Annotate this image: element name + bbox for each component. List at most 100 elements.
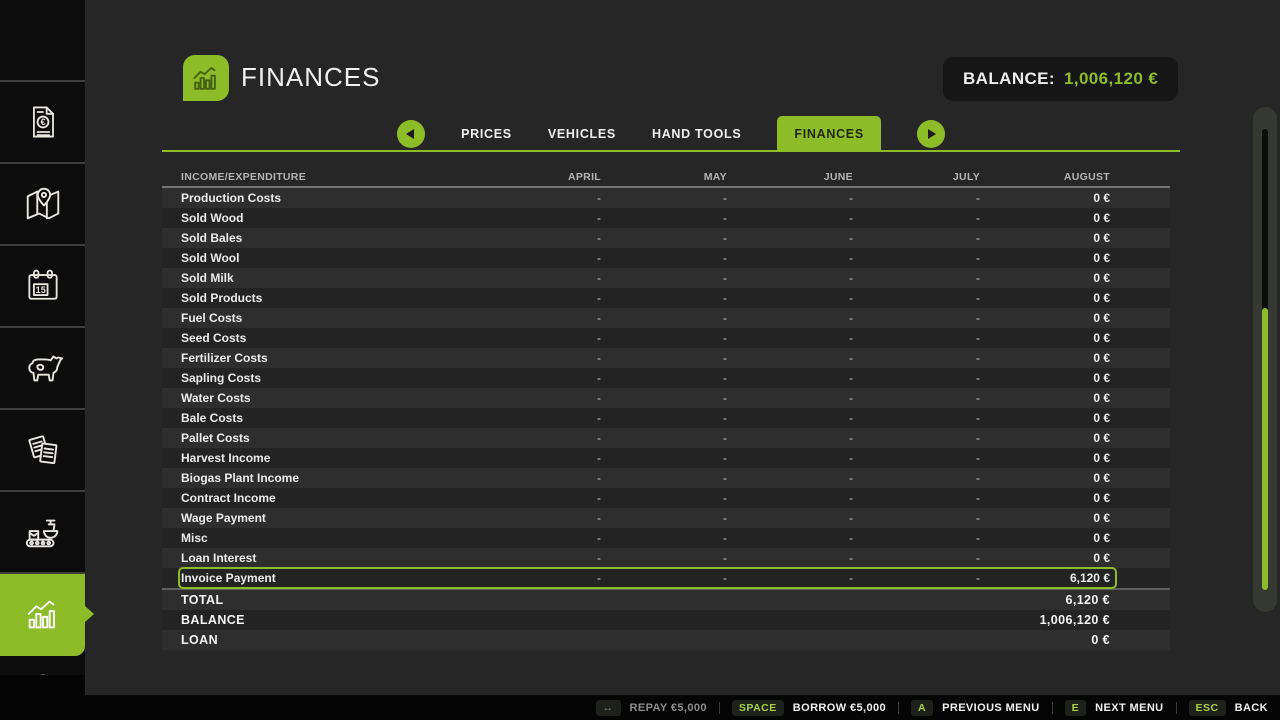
tab-bar: PRICES VEHICLES HAND TOOLS FINANCES: [162, 116, 1180, 152]
table-header-row: INCOME/EXPENDITURE APRIL MAY JUNE JULY A…: [162, 168, 1170, 186]
column-header: MAY: [601, 171, 727, 183]
sidebar: € 15: [0, 0, 85, 695]
sidebar-item-animals[interactable]: [0, 328, 85, 410]
table-row[interactable]: Fertilizer Costs - - - - 0 €: [162, 348, 1170, 368]
table-row[interactable]: Sapling Costs - - - - 0 €: [162, 368, 1170, 388]
arrow-right-icon[interactable]: [917, 120, 945, 148]
table-row[interactable]: Harvest Income - - - - 0 €: [162, 448, 1170, 468]
sidebar-item-more[interactable]: [0, 656, 85, 675]
row-label: Fertilizer Costs: [181, 351, 475, 365]
separator: [719, 702, 720, 714]
table-row[interactable]: Seed Costs - - - - 0 €: [162, 328, 1170, 348]
table-row[interactable]: Sold Products - - - - 0 €: [162, 288, 1170, 308]
key-badge: A: [911, 700, 933, 716]
sidebar-item-blank[interactable]: [0, 0, 85, 82]
table-row[interactable]: Bale Costs - - - - 0 €: [162, 408, 1170, 428]
table-row[interactable]: Production Costs - - - - 0 €: [162, 188, 1170, 208]
finances-icon: [22, 593, 64, 635]
animals-icon: [22, 347, 64, 389]
svg-text:15: 15: [35, 285, 45, 295]
separator: [1176, 702, 1177, 714]
row-label: Invoice Payment: [181, 571, 475, 585]
row-label: Biogas Plant Income: [181, 471, 475, 485]
sidebar-item-finances[interactable]: [0, 574, 85, 656]
tab-hand-tools[interactable]: HAND TOOLS: [652, 127, 741, 141]
tab-vehicles[interactable]: VEHICLES: [548, 127, 616, 141]
row-label: Pallet Costs: [181, 431, 475, 445]
separator: [898, 702, 899, 714]
row-label: Production Costs: [181, 191, 475, 205]
key-hint-next[interactable]: E NEXT MENU: [1065, 700, 1164, 716]
key-hint-borrow[interactable]: SPACE BORROW €5,000: [732, 700, 886, 716]
table-row[interactable]: Sold Wood - - - - 0 €: [162, 208, 1170, 228]
map-icon: [22, 183, 64, 225]
row-label: Water Costs: [181, 391, 475, 405]
summary-row: LOAN 0 €: [162, 630, 1170, 650]
help-icon: [22, 668, 64, 675]
key-hint-label: BORROW €5,000: [793, 702, 886, 714]
separator: [1052, 702, 1053, 714]
key-badge: ↔: [596, 700, 621, 716]
page-icon: [183, 55, 229, 101]
summary-value: 0 €: [1091, 633, 1110, 647]
balance-value: 1,006,120 €: [1064, 69, 1158, 89]
row-label: Fuel Costs: [181, 311, 475, 325]
scrollbar-thumb[interactable]: [1262, 308, 1268, 590]
column-header: APRIL: [475, 171, 601, 183]
key-hint-label: NEXT MENU: [1095, 702, 1163, 714]
page-title: FINANCES: [241, 62, 380, 93]
table-row[interactable]: Sold Wool - - - - 0 €: [162, 248, 1170, 268]
row-label: Sold Wood: [181, 211, 475, 225]
table-row[interactable]: Biogas Plant Income - - - - 0 €: [162, 468, 1170, 488]
svg-text:€: €: [40, 117, 45, 127]
key-hint-back[interactable]: ESC BACK: [1189, 700, 1268, 716]
tab-finances[interactable]: FINANCES: [777, 116, 881, 152]
sidebar-item-calendar[interactable]: 15: [0, 246, 85, 328]
finances-chart-icon: [189, 61, 223, 95]
summary-label: LOAN: [181, 633, 1091, 647]
row-label: Sold Products: [181, 291, 475, 305]
bottom-keybar: ↔ REPAY €5,000 SPACE BORROW €5,000 A PRE…: [0, 695, 1280, 720]
row-label: Bale Costs: [181, 411, 475, 425]
production-icon: [22, 511, 64, 553]
sidebar-item-production[interactable]: [0, 492, 85, 574]
key-hint-label: BACK: [1235, 702, 1268, 714]
sidebar-item-map[interactable]: [0, 164, 85, 246]
finances-table: INCOME/EXPENDITURE APRIL MAY JUNE JULY A…: [162, 168, 1170, 650]
tab-prices[interactable]: PRICES: [461, 127, 512, 141]
finance-document-icon: €: [23, 102, 63, 142]
key-hint-label: PREVIOUS MENU: [942, 702, 1040, 714]
summary-value: 1,006,120 €: [1040, 613, 1110, 627]
balance-label: BALANCE:: [963, 69, 1055, 89]
summary-row: BALANCE 1,006,120 €: [162, 610, 1170, 630]
table-row[interactable]: Contract Income - - - - 0 €: [162, 488, 1170, 508]
column-header: JULY: [853, 171, 980, 183]
table-summary: TOTAL 6,120 € BALANCE 1,006,120 € LOAN 0…: [162, 590, 1170, 650]
arrow-left-icon[interactable]: [397, 120, 425, 148]
key-hint-repay[interactable]: ↔ REPAY €5,000: [596, 700, 707, 716]
table-row[interactable]: Misc - - - - 0 €: [162, 528, 1170, 548]
row-label: Harvest Income: [181, 451, 475, 465]
sidebar-item-prices[interactable]: €: [0, 82, 85, 164]
contracts-icon: [22, 429, 64, 471]
tab-underline: [162, 150, 1180, 152]
table-row[interactable]: Loan Interest - - - - 0 €: [162, 548, 1170, 568]
balance-display: BALANCE: 1,006,120 €: [943, 57, 1178, 101]
table-row[interactable]: Invoice Payment - - - - 6,120 €: [162, 568, 1170, 588]
summary-row: TOTAL 6,120 €: [162, 590, 1170, 610]
table-row[interactable]: Pallet Costs - - - - 0 €: [162, 428, 1170, 448]
key-hint-label: REPAY €5,000: [630, 702, 707, 714]
table-row[interactable]: Fuel Costs - - - - 0 €: [162, 308, 1170, 328]
table-row[interactable]: Wage Payment - - - - 0 €: [162, 508, 1170, 528]
key-hint-previous[interactable]: A PREVIOUS MENU: [911, 700, 1040, 716]
row-label: Loan Interest: [181, 551, 475, 565]
sidebar-item-contracts[interactable]: [0, 410, 85, 492]
row-label: Sold Wool: [181, 251, 475, 265]
column-header: INCOME/EXPENDITURE: [181, 171, 475, 183]
table-row[interactable]: Sold Milk - - - - 0 €: [162, 268, 1170, 288]
table-body: Production Costs - - - - 0 € Sold Wood -…: [162, 188, 1170, 588]
table-row[interactable]: Water Costs - - - - 0 €: [162, 388, 1170, 408]
row-label: Misc: [181, 531, 475, 545]
table-row[interactable]: Sold Bales - - - - 0 €: [162, 228, 1170, 248]
summary-label: TOTAL: [181, 593, 1065, 607]
